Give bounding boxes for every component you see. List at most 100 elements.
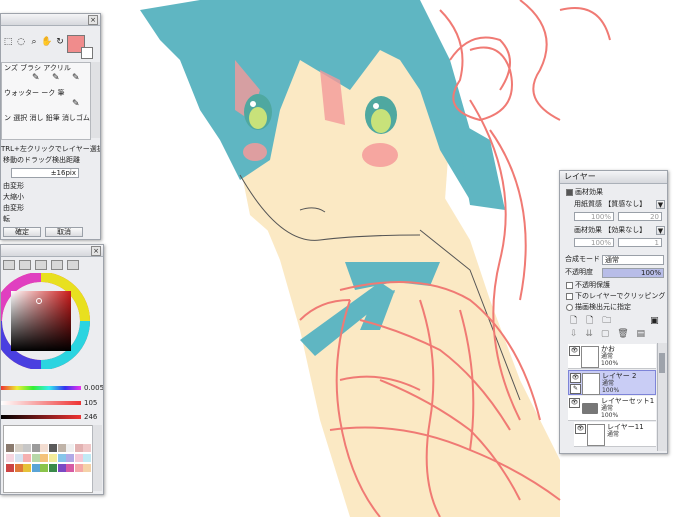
brush-label[interactable]: ーク	[41, 89, 55, 97]
new-layer-icon[interactable]: 🗋	[570, 316, 577, 326]
color-swatch[interactable]	[23, 464, 32, 472]
secondary-color-swatch[interactable]	[81, 47, 93, 59]
paper-scale-field[interactable]: 100%	[574, 212, 614, 221]
transform-option[interactable]: 転	[3, 215, 10, 223]
color-swatch[interactable]	[14, 464, 23, 472]
brush-label[interactable]: 消し	[29, 114, 43, 122]
layer-list-scrollbar[interactable]	[657, 343, 667, 451]
brush-label[interactable]: 鉛筆	[46, 114, 60, 122]
brush-scrollbar[interactable]	[90, 62, 100, 138]
color-swatch[interactable]	[31, 444, 40, 452]
brush-label[interactable]: アクリル	[43, 64, 71, 72]
distance-field[interactable]: ±16pix	[11, 168, 79, 178]
color-swatch[interactable]	[14, 444, 23, 452]
visibility-eye-icon[interactable]: 👁	[575, 424, 586, 434]
color-swatch[interactable]	[74, 454, 83, 462]
brush-label[interactable]: ウォッター	[4, 89, 39, 97]
brush-label[interactable]: ンズ	[4, 64, 18, 72]
color-swatch[interactable]	[57, 454, 66, 462]
color-swatch[interactable]	[57, 464, 66, 472]
rgb-mode-icon[interactable]	[18, 260, 31, 270]
saturation-slider[interactable]	[1, 401, 81, 405]
color-swatch[interactable]	[40, 464, 49, 472]
color-swatch[interactable]	[6, 464, 14, 472]
selection-tool-icon[interactable]: ⬚	[2, 36, 14, 48]
brush-label[interactable]: ン	[4, 114, 11, 122]
blend-mode-select[interactable]: 通常	[602, 255, 664, 265]
transform-option[interactable]: 由変形	[3, 204, 24, 212]
tools-titlebar[interactable]: ×	[1, 14, 100, 26]
color-swatch[interactable]	[74, 464, 83, 472]
protect-opacity-checkbox[interactable]	[566, 281, 573, 289]
material-effect-dropdown[interactable]: ▼	[656, 226, 665, 235]
hue-slider[interactable]	[1, 386, 81, 390]
merge-down-icon[interactable]: ⇊	[585, 329, 593, 339]
clipping-checkbox[interactable]	[566, 292, 573, 300]
close-icon[interactable]: ×	[88, 15, 98, 25]
visibility-eye-icon[interactable]: 👁	[569, 398, 580, 408]
opacity-slider[interactable]: 100%	[602, 268, 664, 278]
scroll-thumb[interactable]	[659, 353, 665, 373]
mask-icon[interactable]: ▣	[650, 316, 659, 326]
color-swatch[interactable]	[57, 444, 66, 452]
layer-set-row[interactable]: 👁 レイヤーセット1 通常 100%	[568, 396, 656, 421]
wheel-mode-icon[interactable]	[3, 260, 15, 270]
transform-option[interactable]: 大縮小	[3, 193, 24, 201]
brush-label[interactable]: 筆	[57, 89, 64, 97]
ok-button[interactable]: 確定	[3, 227, 41, 237]
transform-option[interactable]: 由変形	[3, 182, 24, 190]
layer-titlebar[interactable]: レイヤー	[560, 171, 667, 184]
color-swatch[interactable]	[40, 454, 49, 462]
value-slider[interactable]	[1, 415, 81, 419]
layer-row-selected[interactable]: 👁 ✎ レイヤー 2 通常 100%	[568, 370, 656, 395]
color-swatch[interactable]	[66, 464, 75, 472]
swatch-scrollbar[interactable]	[92, 425, 102, 491]
source-radio[interactable]	[566, 303, 573, 311]
color-swatch[interactable]	[83, 454, 92, 462]
layer-row[interactable]: 👁 かお 通常 100%	[568, 344, 656, 369]
color-swatch[interactable]	[31, 464, 40, 472]
rotate-tool-icon[interactable]: ↻	[54, 36, 66, 48]
swatch-mode-icon[interactable]	[50, 260, 63, 270]
delete-layer-icon[interactable]: 🗑	[617, 329, 628, 339]
color-swatch[interactable]	[6, 444, 14, 452]
color-swatch[interactable]	[23, 454, 32, 462]
color-swatch[interactable]	[49, 464, 57, 472]
brush-label[interactable]: 消しゴム	[62, 114, 90, 122]
new-linework-layer-icon[interactable]: 🗋	[586, 316, 593, 326]
transfer-down-icon[interactable]: ⇩	[570, 329, 578, 339]
color-swatch[interactable]	[49, 444, 57, 452]
hand-tool-icon[interactable]: ✋	[41, 36, 53, 48]
layer-property-icon[interactable]: ▤	[637, 329, 646, 339]
hsv-mode-icon[interactable]	[34, 260, 47, 270]
material-effect-select[interactable]: 【効果なし】	[604, 226, 646, 234]
color-swatch[interactable]	[23, 444, 32, 452]
lasso-tool-icon[interactable]: ◌	[15, 36, 27, 48]
clear-layer-icon[interactable]: ▢	[601, 329, 610, 339]
section-collapse-icon[interactable]	[566, 188, 573, 196]
brush-label[interactable]: ブラシ	[20, 64, 41, 72]
brush-label[interactable]: 選択	[13, 114, 27, 122]
effect-scale-field[interactable]: 100%	[574, 238, 614, 247]
color-swatch[interactable]	[74, 444, 83, 452]
visibility-eye-icon[interactable]: 👁	[569, 346, 580, 356]
color-swatch[interactable]	[31, 454, 40, 462]
color-swatch[interactable]	[14, 454, 23, 462]
paper-texture-select[interactable]: 【質感なし】	[604, 200, 646, 208]
cancel-button[interactable]: 取消	[45, 227, 83, 237]
visibility-eye-icon[interactable]: 👁	[570, 373, 581, 383]
color-wheel[interactable]	[1, 273, 101, 369]
color-swatch[interactable]	[40, 444, 49, 452]
paper-texture-dropdown[interactable]: ▼	[656, 200, 665, 209]
color-swatch[interactable]	[66, 454, 75, 462]
color-swatch[interactable]	[49, 454, 57, 462]
close-icon[interactable]: ×	[91, 246, 101, 256]
color-swatch[interactable]	[66, 444, 75, 452]
color-swatch[interactable]	[6, 454, 14, 462]
effect-strength-field[interactable]: 1	[618, 238, 662, 247]
palette-mode-icon[interactable]	[66, 260, 79, 270]
color-titlebar[interactable]: ×	[1, 245, 103, 257]
new-folder-icon[interactable]: 🗀	[602, 316, 611, 326]
magnifier-tool-icon[interactable]: ⌕	[28, 36, 40, 48]
layer-row[interactable]: 👁 レイヤー11 通常	[574, 422, 656, 447]
